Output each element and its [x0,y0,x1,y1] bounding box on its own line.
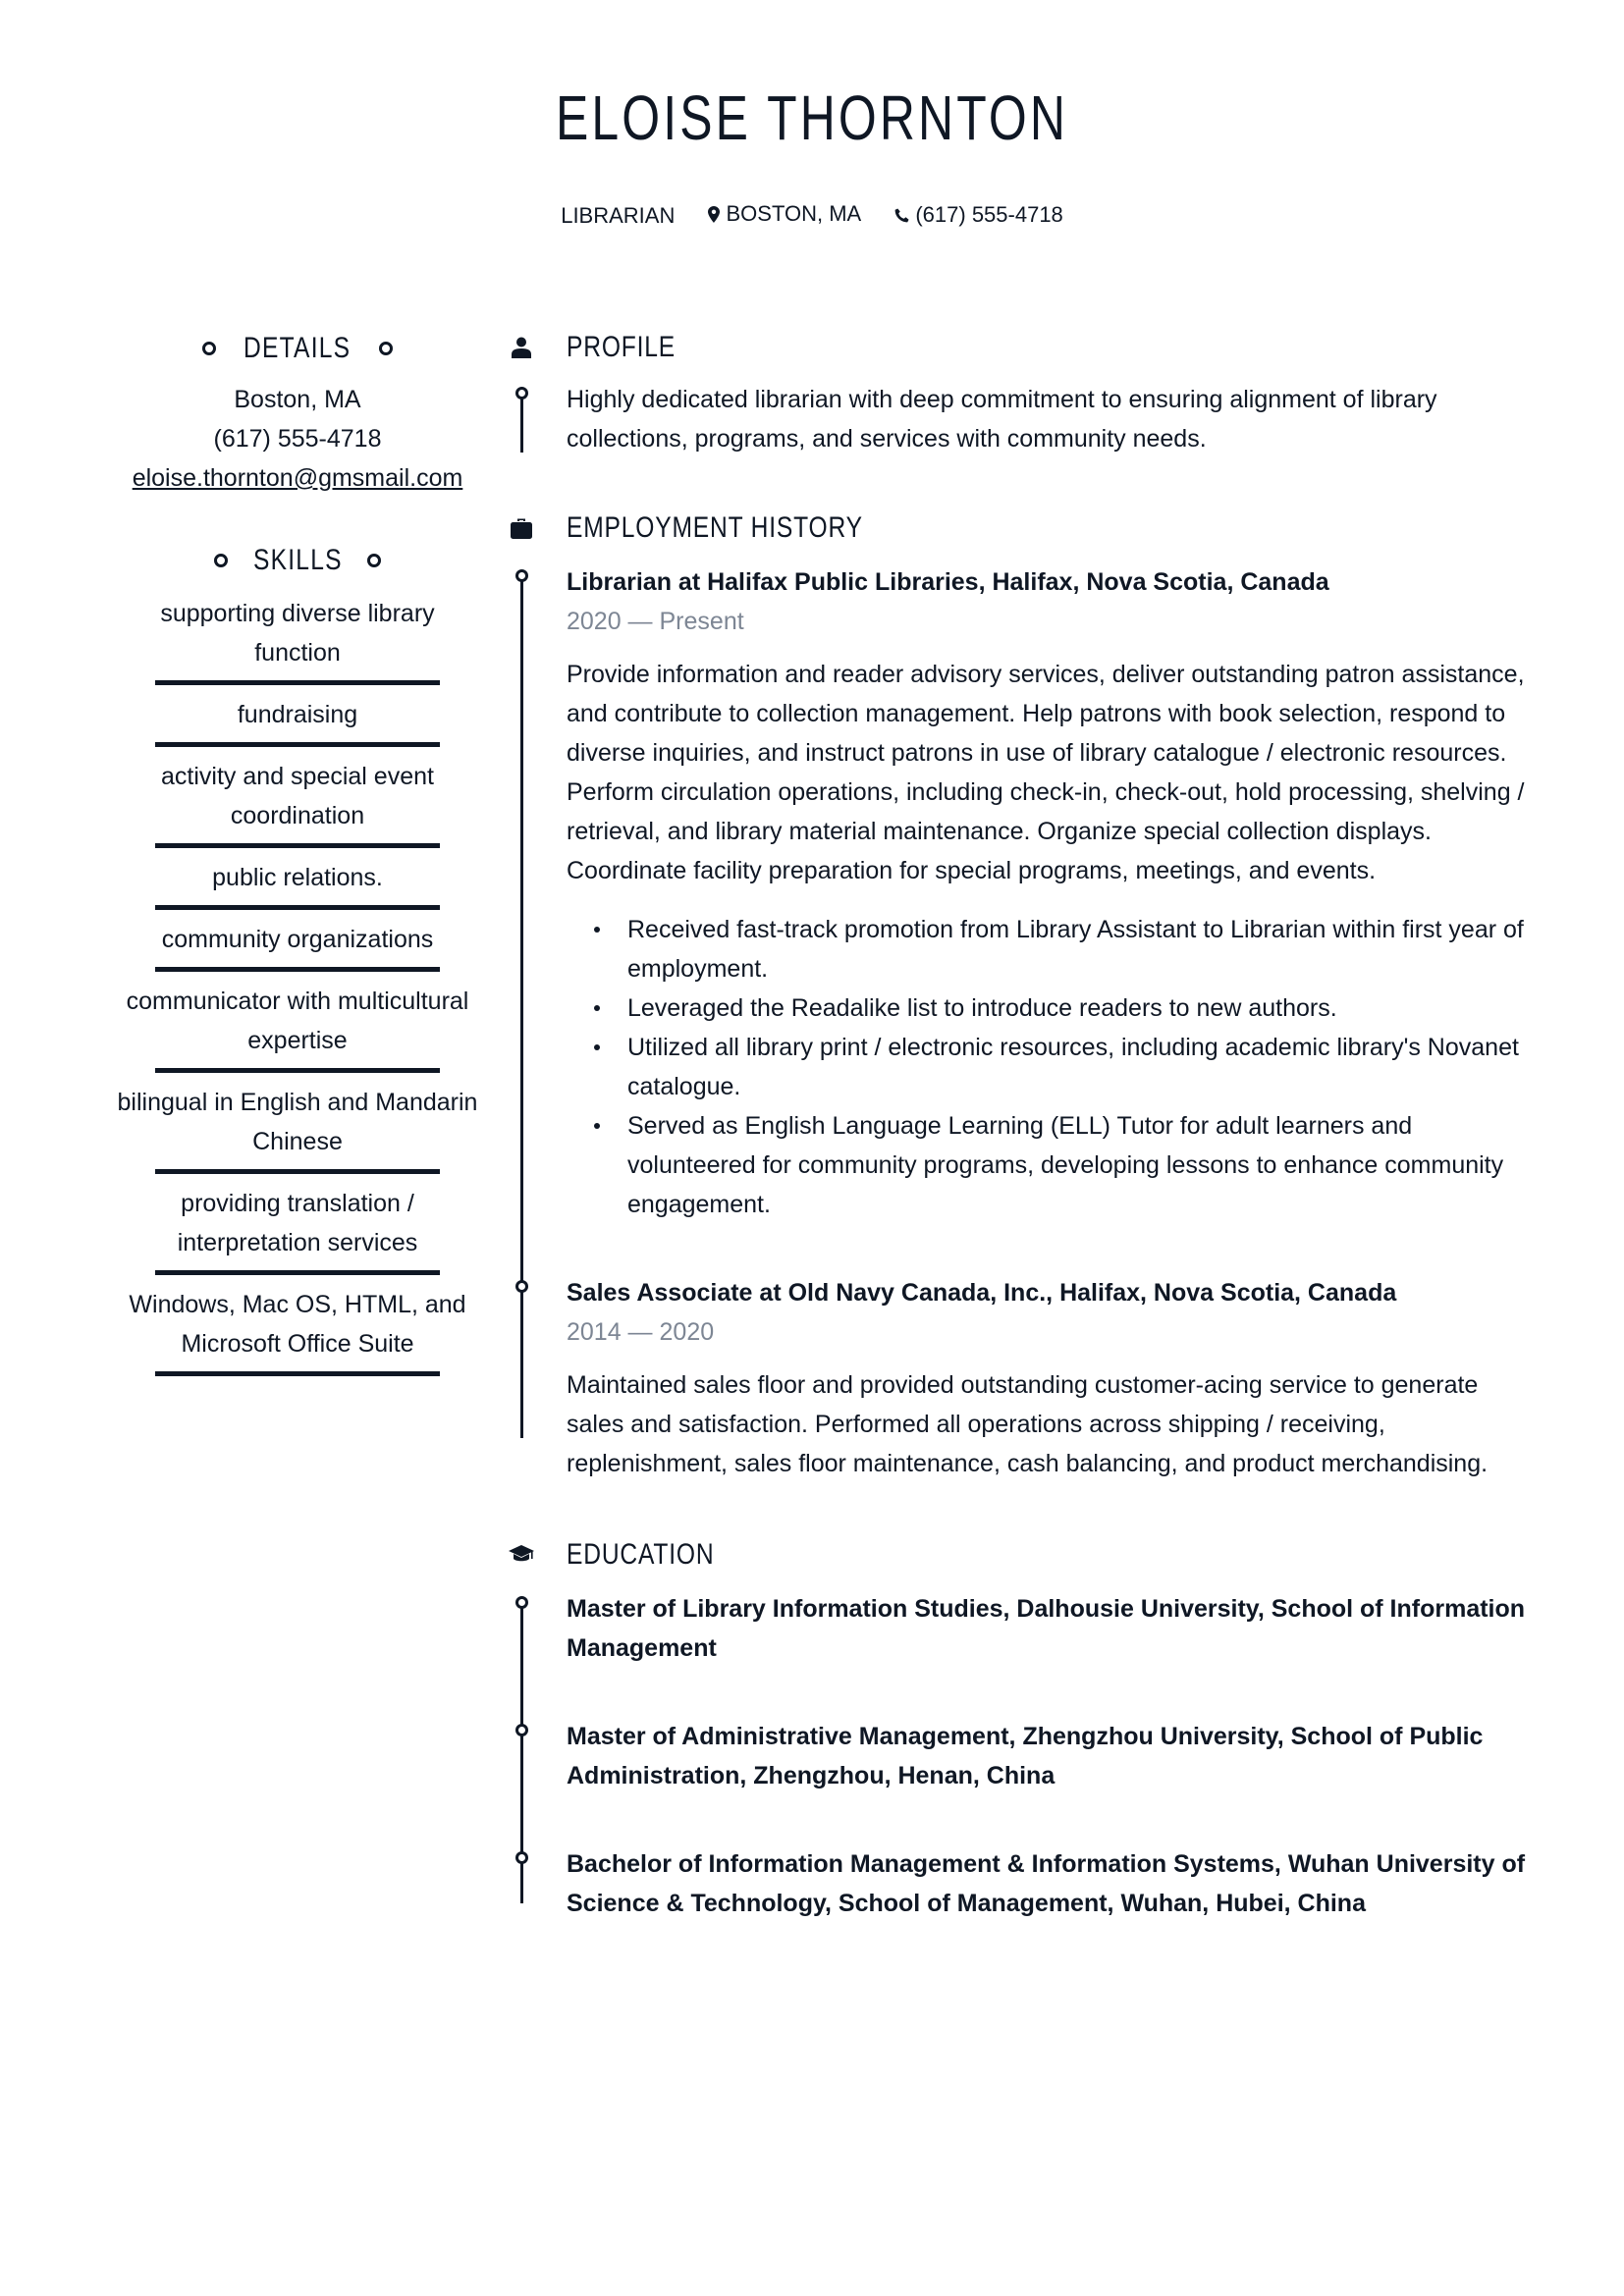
job-dates: 2014 — 2020 [567,1318,715,1346]
job-entry: Librarian at Halifax Public Libraries, H… [515,562,1527,1224]
skill-item: communicator with multicultural expertis… [127,972,468,1073]
job-title: Librarian at Halifax Public Libraries, H… [567,568,1329,596]
employment-timeline: Librarian at Halifax Public Libraries, H… [506,562,1527,1483]
briefcase-icon [506,517,537,539]
job-title: LIBRARIAN [561,202,676,228]
sidebar: DETAILS Boston, MA (617) 555-4718 eloise… [108,329,487,1376]
education-section: EDUCATION Master of Library Information … [506,1534,1527,1923]
skill-item: bilingual in English and Mandarin Chines… [118,1073,477,1174]
education-timeline: Master of Library Information Studies, D… [506,1589,1527,1923]
bullet-item: Leveraged the Readalike list to introduc… [594,988,1527,1028]
profile-timeline: Highly dedicated librarian with deep com… [506,380,1527,458]
graduation-cap-icon [506,1544,537,1566]
candidate-name: ELOISE THORNTON [555,82,1069,153]
job-dates: 2020 — Present [567,608,744,635]
profile-text: Highly dedicated librarian with deep com… [567,386,1437,453]
details-heading: DETAILS [108,329,487,368]
ring-icon [378,342,393,355]
header-location: BOSTON, MA [708,200,861,228]
timeline-dot-icon [515,1280,528,1293]
employment-section: EMPLOYMENT HISTORY Librarian at Halifax … [506,507,1527,1483]
ring-icon [367,554,382,567]
timeline-dot-icon [515,1724,528,1736]
timeline-dot-icon [515,1596,528,1609]
ring-icon [202,342,217,355]
phone-icon [894,207,909,222]
degree-title: Bachelor of Information Management & Inf… [567,1850,1526,1917]
degree-title: Master of Library Information Studies, D… [567,1595,1526,1662]
ring-icon [213,554,228,567]
main-content: PROFILE Highly dedicated librarian with … [506,327,1527,1923]
skill-bar [155,1371,440,1376]
details-block: Boston, MA (617) 555-4718 eloise.thornto… [108,380,487,498]
person-icon [506,337,537,358]
details-phone: (617) 555-4718 [213,425,382,453]
skill-item: Windows, Mac OS, HTML, and Microsoft Off… [129,1275,466,1376]
skill-item: activity and special event coordination [155,747,440,848]
job-bullets: Received fast-track promotion from Libra… [567,910,1527,1224]
job-description: Provide information and reader advisory … [567,661,1525,884]
education-entry: Bachelor of Information Management & Inf… [515,1844,1527,1923]
skill-item: supporting diverse library function [155,584,440,685]
details-email-link[interactable]: eloise.thornton@gmsmail.com [133,464,463,492]
profile-header: PROFILE [506,327,1527,368]
header-subtitle: LIBRARIAN BOSTON, MA (617) 555-4718 [0,200,1624,230]
skill-item: community organizations [155,910,440,972]
profile-section: PROFILE Highly dedicated librarian with … [506,327,1527,458]
timeline-line [520,394,523,453]
details-city: Boston, MA [234,386,361,413]
employment-header: EMPLOYMENT HISTORY [506,507,1527,549]
job-description: Maintained sales floor and provided outs… [567,1371,1489,1477]
bullet-item: Received fast-track promotion from Libra… [594,910,1527,988]
skills-heading: SKILLS [108,541,487,580]
education-header: EDUCATION [506,1534,1527,1575]
bullet-item: Utilized all library print / electronic … [594,1028,1527,1106]
bullet-item: Served as English Language Learning (ELL… [594,1106,1527,1224]
skills-list: supporting diverse library function fund… [108,584,487,1376]
skill-item: fundraising [155,685,440,747]
header-phone: (617) 555-4718 [894,201,1063,229]
skill-item: public relations. [155,848,440,910]
timeline-line [520,576,523,1438]
skill-item: providing translation / interpretation s… [155,1174,440,1275]
job-entry: Sales Associate at Old Navy Canada, Inc.… [515,1273,1527,1483]
education-entry: Master of Administrative Management, Zhe… [515,1717,1527,1795]
timeline-dot-icon [515,569,528,582]
timeline-dot-icon [515,1851,528,1864]
degree-title: Master of Administrative Management, Zhe… [567,1723,1484,1789]
timeline-dot-icon [515,387,528,400]
job-title: Sales Associate at Old Navy Canada, Inc.… [567,1279,1397,1307]
education-entry: Master of Library Information Studies, D… [515,1589,1527,1668]
map-pin-icon [708,205,721,223]
